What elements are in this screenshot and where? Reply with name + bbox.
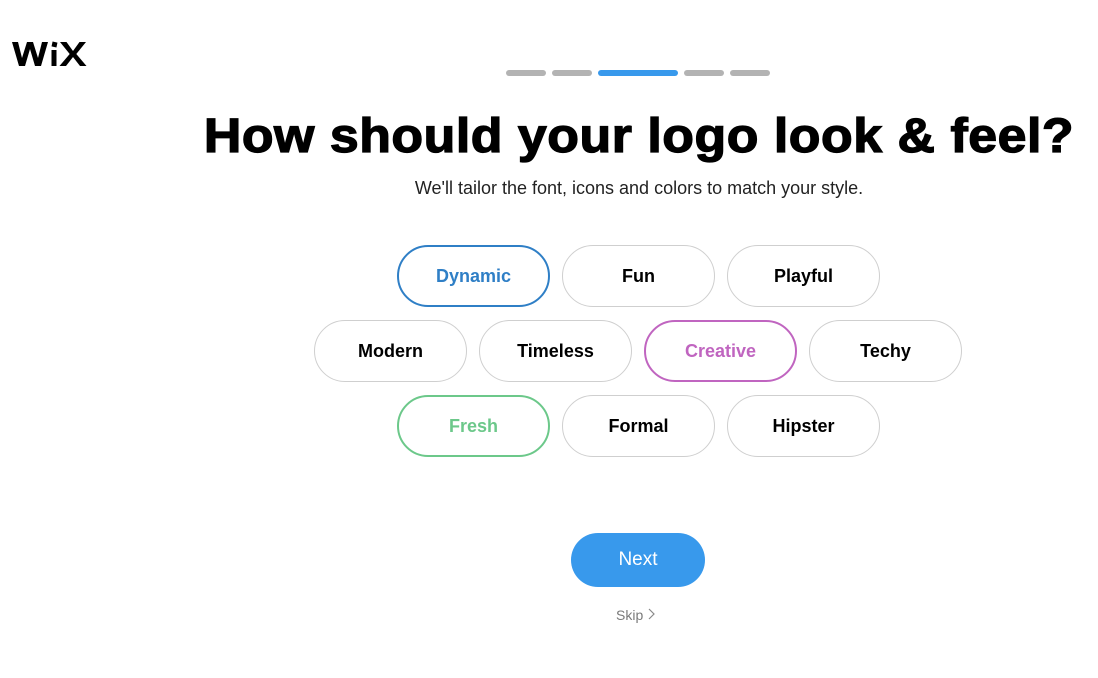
style-option-label: Dynamic — [435, 265, 512, 286]
style-option-label: Modern — [358, 340, 423, 361]
progress-step-4 — [684, 70, 724, 76]
style-option-modern[interactable]: Modern — [314, 320, 467, 382]
skip-label: Skip — [616, 607, 644, 623]
progress-step-2 — [552, 70, 592, 76]
style-option-label: Formal — [608, 415, 669, 436]
style-option-label: Playful — [773, 265, 834, 286]
style-option-timeless[interactable]: Timeless — [479, 320, 632, 382]
next-button[interactable]: Next — [571, 533, 705, 587]
progress-step-1 — [506, 70, 546, 76]
page-subtitle: We'll tailor the font, icons and colors … — [414, 178, 864, 198]
style-option-label: Hipster — [772, 415, 835, 436]
style-option-creative[interactable]: Creative — [644, 320, 797, 382]
wix-logo-icon — [12, 41, 87, 66]
page-title: How should your logo look & feel? — [203, 109, 1075, 163]
style-option-label: Fun — [622, 265, 655, 286]
style-option-formal[interactable]: Formal — [562, 395, 715, 457]
progress-step-5 — [730, 70, 770, 76]
style-option-techy[interactable]: Techy — [809, 320, 962, 382]
style-option-playful[interactable]: Playful — [727, 245, 880, 307]
progress-step-3-current — [598, 70, 678, 76]
skip-link[interactable]: Skip — [616, 607, 656, 623]
style-option-fresh[interactable]: Fresh — [397, 395, 550, 457]
style-option-fun[interactable]: Fun — [562, 245, 715, 307]
style-option-hipster[interactable]: Hipster — [727, 395, 880, 457]
style-option-label: Creative — [684, 340, 757, 361]
logo-style-page: How should your logo look & feel? We'll … — [0, 0, 1098, 678]
style-option-label: Techy — [860, 340, 911, 361]
style-option-label: Fresh — [448, 415, 499, 436]
wix-logo[interactable] — [11, 34, 91, 74]
step-progress — [506, 70, 770, 76]
style-option-dynamic[interactable]: Dynamic — [397, 245, 550, 307]
chevron-right-icon — [648, 607, 656, 623]
style-option-label: Timeless — [517, 340, 594, 361]
